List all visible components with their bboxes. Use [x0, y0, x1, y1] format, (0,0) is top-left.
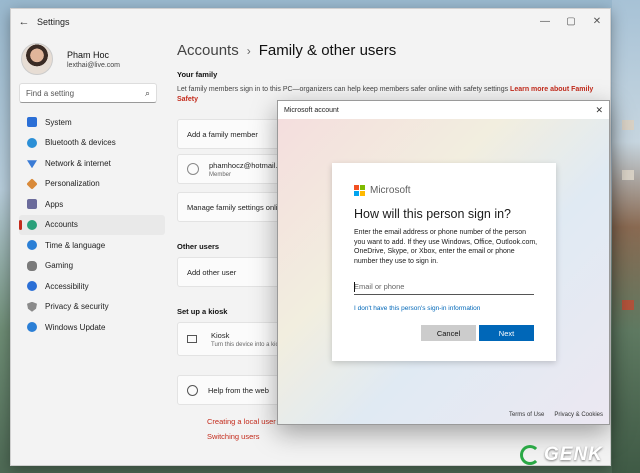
- sidebar-item-label: Time & language: [45, 240, 106, 250]
- add-other-user-label: Add other user: [187, 267, 237, 277]
- family-description-text: Let family members sign in to this PC—or…: [177, 86, 509, 93]
- dialog-instructions: Enter the email address or phone number …: [354, 229, 538, 265]
- add-family-member-label: Add a family member: [187, 129, 258, 139]
- breadcrumb: Accounts › Family & other users: [177, 42, 396, 59]
- kiosk-heading: Set up a kiosk: [177, 307, 228, 316]
- next-button[interactable]: Next: [479, 325, 534, 341]
- sidebar-item-label: Windows Update: [45, 322, 106, 332]
- privacy-link[interactable]: Privacy & Cookies: [554, 412, 603, 418]
- profile[interactable]: Pham Hoc lexthai@live.com: [21, 43, 120, 75]
- sidebar-nav: System Bluetooth & devices Network & int…: [19, 112, 165, 338]
- dialog-title: Microsoft account: [284, 106, 339, 114]
- page-title: Family & other users: [258, 42, 397, 59]
- breadcrumb-parent[interactable]: Accounts: [177, 42, 239, 59]
- dialog-footer: Terms of Use Privacy & Cookies: [499, 412, 603, 418]
- apps-icon: [27, 199, 37, 210]
- profile-name: Pham Hoc: [67, 49, 110, 60]
- email-or-phone-input[interactable]: [354, 279, 534, 295]
- sidebar-item-bluetooth[interactable]: Bluetooth & devices: [19, 133, 165, 154]
- globe-icon: [187, 384, 198, 396]
- help-title: Help from the web: [208, 385, 269, 395]
- sidebar-item-label: Accessibility: [45, 281, 89, 291]
- other-users-heading: Other users: [177, 242, 220, 251]
- kiosk-description: Turn this device into a kio: [211, 341, 279, 348]
- avatar: [21, 43, 53, 75]
- sidebar-item-network[interactable]: Network & internet: [19, 153, 165, 174]
- sidebar-item-accessibility[interactable]: Accessibility: [19, 276, 165, 297]
- cancel-button[interactable]: Cancel: [421, 325, 476, 341]
- bluetooth-icon: [27, 137, 37, 148]
- sidebar-item-gaming[interactable]: Gaming: [19, 256, 165, 277]
- text-cursor: [354, 282, 355, 292]
- user-icon: [187, 163, 199, 175]
- sidebar-item-label: System: [45, 117, 72, 127]
- sidebar-item-privacy[interactable]: Privacy & security: [19, 297, 165, 318]
- window-controls: — ▢ ✕: [532, 9, 610, 35]
- wifi-icon: [27, 160, 37, 169]
- member-email: phamhocz@hotmail.co: [209, 160, 286, 170]
- background-house: [622, 300, 634, 310]
- title-bar: ← Settings — ▢ ✕: [11, 9, 610, 35]
- desktop-background: [612, 0, 640, 473]
- sidebar-item-accounts[interactable]: Accounts: [19, 214, 165, 235]
- brush-icon: [26, 178, 38, 190]
- system-icon: [27, 117, 37, 128]
- genk-watermark-text: GENK: [544, 444, 603, 465]
- dialog-heading: How will this person sign in?: [354, 207, 512, 221]
- no-signin-info-link[interactable]: I don't have this person's sign-in infor…: [354, 305, 480, 312]
- microsoft-wordmark: Microsoft: [370, 185, 411, 196]
- sidebar-item-time-language[interactable]: Time & language: [19, 235, 165, 256]
- sidebar-item-label: Accounts: [45, 220, 78, 230]
- sidebar-item-label: Bluetooth & devices: [45, 138, 116, 148]
- sidebar-item-apps[interactable]: Apps: [19, 194, 165, 215]
- sidebar-item-label: Network & internet: [45, 158, 111, 168]
- close-icon[interactable]: ✕: [584, 9, 610, 35]
- dialog-body: Microsoft How will this person sign in? …: [278, 119, 609, 424]
- globe-clock-icon: [27, 240, 37, 251]
- back-arrow-icon[interactable]: ←: [11, 16, 37, 28]
- close-icon[interactable]: ✕: [595, 105, 603, 116]
- your-family-heading: Your family: [177, 70, 218, 79]
- search-icon[interactable]: ⌕: [145, 88, 150, 99]
- window-title: Settings: [37, 17, 70, 27]
- microsoft-logo-icon: [354, 185, 365, 196]
- maximize-icon[interactable]: ▢: [558, 9, 584, 35]
- dialog-title-bar: Microsoft account ✕: [278, 101, 609, 119]
- profile-email: lexthai@live.com: [67, 61, 121, 69]
- manage-family-label: Manage family settings online: [187, 202, 286, 212]
- shield-icon: [27, 301, 37, 312]
- update-icon: [27, 322, 37, 333]
- kiosk-title: Kiosk: [211, 330, 230, 340]
- genk-watermark: GENK: [520, 440, 638, 470]
- background-house: [622, 170, 634, 180]
- sidebar-item-personalization[interactable]: Personalization: [19, 174, 165, 195]
- creating-local-user-link[interactable]: Creating a local user ac: [207, 417, 286, 426]
- genk-logo-icon: [520, 445, 540, 465]
- person-icon: [27, 219, 37, 230]
- minimize-icon[interactable]: —: [532, 9, 558, 35]
- search-input[interactable]: [26, 88, 136, 98]
- terms-link[interactable]: Terms of Use: [509, 412, 544, 418]
- background-house: [622, 120, 634, 130]
- kiosk-icon: [187, 335, 197, 343]
- microsoft-account-dialog: Microsoft account ✕ Microsoft How will t…: [277, 100, 610, 425]
- sidebar-item-label: Apps: [45, 199, 64, 209]
- microsoft-logo: Microsoft: [354, 185, 411, 196]
- switching-users-link[interactable]: Switching users: [207, 432, 260, 441]
- sidebar-item-label: Privacy & security: [45, 302, 109, 312]
- gamepad-icon: [27, 260, 37, 271]
- breadcrumb-separator: ›: [246, 43, 251, 58]
- sidebar-item-label: Personalization: [45, 179, 100, 189]
- sidebar-item-windows-update[interactable]: Windows Update: [19, 317, 165, 338]
- sign-in-card: Microsoft How will this person sign in? …: [332, 163, 556, 361]
- sidebar-item-system[interactable]: System: [19, 112, 165, 133]
- accessibility-icon: [27, 281, 37, 292]
- member-role: Member: [209, 171, 232, 178]
- search-box: ⌕: [19, 83, 157, 103]
- sidebar-item-label: Gaming: [45, 261, 74, 271]
